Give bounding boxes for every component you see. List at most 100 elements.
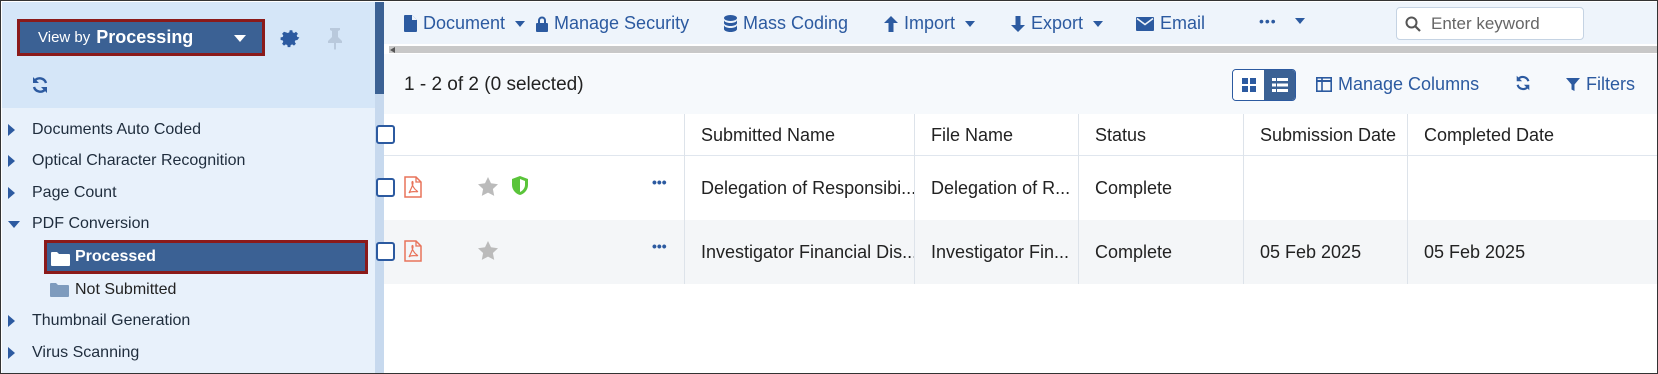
column-header-completed-date[interactable]: Completed Date [1407,114,1657,156]
star-icon[interactable] [478,177,498,196]
mass-coding-button[interactable]: Mass Coding [724,13,848,34]
column-header-label: Submitted Name [701,124,836,145]
cell-text: Investigator Fin... [931,241,1070,262]
cell-submitted-name: Investigator Financial Dis... [684,220,914,284]
manage-columns-label: Manage Columns [1338,74,1480,94]
select-all-checkbox[interactable] [376,125,395,144]
export-menu-label: Export [1031,13,1084,33]
expand-arrow-icon[interactable] [8,123,15,136]
tree-item-label: Optical Character Recognition [32,152,246,170]
view-by-value: Processing [96,27,194,47]
row-actions-icon[interactable]: ••• [652,174,667,190]
refresh-button[interactable] [1514,74,1532,92]
tree-item-virus-scanning[interactable]: Virus Scanning [2,337,375,369]
column-header-status[interactable]: Status [1078,114,1243,156]
cell-submission-date: 05 Feb 2025 [1243,220,1407,284]
tree-item-pdf-conversion[interactable]: PDF Conversion [2,209,375,241]
cell-file-name: Investigator Fin... [914,220,1078,284]
grid-view-button[interactable] [1233,70,1264,100]
tree-item-label: Not Submitted [75,280,177,298]
panel-splitter[interactable] [375,2,384,94]
search-box[interactable] [1396,7,1584,40]
tree-item-ocr[interactable]: Optical Character Recognition [2,146,375,178]
envelope-icon [1136,16,1154,31]
tree-item-label: Page Count [32,183,117,201]
horizontal-scrollbar[interactable] [389,46,1657,53]
document-menu-label: Document [423,13,506,33]
email-button[interactable]: Email [1136,13,1205,34]
table-header: Submitted Name File Name Status Submissi… [376,114,1657,156]
import-menu[interactable]: Import [884,13,976,34]
result-count: 1 - 2 of 2 (0 selected) [404,74,584,95]
export-menu[interactable]: Export [1011,13,1104,34]
list-icon [1271,78,1288,92]
view-by-prefix: View by [38,29,91,46]
view-mode-toggle [1232,69,1296,101]
column-header-submission-date[interactable]: Submission Date [1243,114,1407,156]
chevron-down-icon [515,20,526,27]
tree-item-label: Processed [75,248,156,265]
expand-arrow-icon[interactable] [8,186,15,199]
app-window: View by Processing Documents Auto Coded … [0,0,1658,374]
manage-security-label: Manage Security [554,13,690,33]
columns-icon [1316,77,1332,92]
view-by-dropdown[interactable]: View by Processing [17,19,265,56]
expand-arrow-icon[interactable] [8,346,15,359]
pin-icon[interactable] [324,26,346,50]
tree-item-page-count[interactable]: Page Count [2,177,375,209]
row-checkbox[interactable] [376,242,395,261]
tree-item-label: PDF Conversion [32,215,150,233]
gear-icon[interactable] [278,26,302,50]
cell-status: Complete [1078,156,1243,220]
arrow-up-icon [884,15,898,32]
tree-item-processed[interactable]: Processed [44,240,368,274]
expand-arrow-icon[interactable] [8,155,15,168]
filters-button[interactable]: Filters [1566,74,1635,95]
cell-text: 05 Feb 2025 [1424,241,1526,262]
tree-item-documents-auto-coded[interactable]: Documents Auto Coded [2,114,375,146]
refresh-icon[interactable] [30,75,50,95]
document-menu[interactable]: Document [404,13,526,34]
arrow-down-icon [1011,15,1025,32]
column-header-label: Completed Date [1424,124,1555,145]
more-actions-menu[interactable]: ••• [1259,13,1305,29]
row-checkbox[interactable] [376,178,395,197]
scroll-left-icon[interactable] [390,47,395,53]
search-input[interactable] [1429,12,1569,35]
table-row[interactable]: ••• Investigator Financial Dis... Invest… [376,220,1657,284]
pdf-file-icon[interactable] [404,240,422,262]
star-icon[interactable] [478,241,498,260]
column-header-label: Submission Date [1260,124,1397,145]
list-view-button[interactable] [1264,70,1295,100]
manage-security-button[interactable]: Manage Security [536,13,689,34]
cell-text: Complete [1095,177,1173,198]
tree-item-thumbnail-generation[interactable]: Thumbnail Generation [2,306,375,338]
manage-columns-button[interactable]: Manage Columns [1316,74,1479,95]
filter-icon [1566,77,1580,91]
expand-arrow-icon[interactable] [8,315,15,328]
mass-coding-label: Mass Coding [743,13,849,33]
column-header-label: File Name [931,124,1014,145]
chevron-down-icon [965,20,976,27]
lock-icon [536,16,548,32]
chevron-down-icon [1093,20,1104,27]
pdf-file-icon[interactable] [404,176,422,198]
tree-item-label: Documents Auto Coded [32,120,201,138]
cell-completed-date [1407,156,1657,220]
cell-text: 05 Feb 2025 [1260,241,1362,262]
column-header-submitted-name[interactable]: Submitted Name [684,114,914,156]
tree-item-label: Virus Scanning [32,343,140,361]
column-header-file-name[interactable]: File Name [914,114,1078,156]
table-row[interactable]: ••• Delegation of Responsibi... Delegati… [376,156,1657,220]
results-bar: 1 - 2 of 2 (0 selected) Manage Columns F… [384,54,1657,114]
tree-item-not-submitted[interactable]: Not Submitted [2,274,375,306]
row-actions-icon[interactable]: ••• [652,238,667,254]
cell-text: Delegation of R... [931,177,1071,198]
cell-submission-date [1243,156,1407,220]
document-icon [404,15,417,32]
cell-text: Complete [1095,241,1173,262]
sidebar: View by Processing Documents Auto Coded … [2,2,375,373]
more-icon: ••• [1259,13,1277,29]
shield-icon [512,176,528,195]
collapse-arrow-icon[interactable] [8,220,20,228]
